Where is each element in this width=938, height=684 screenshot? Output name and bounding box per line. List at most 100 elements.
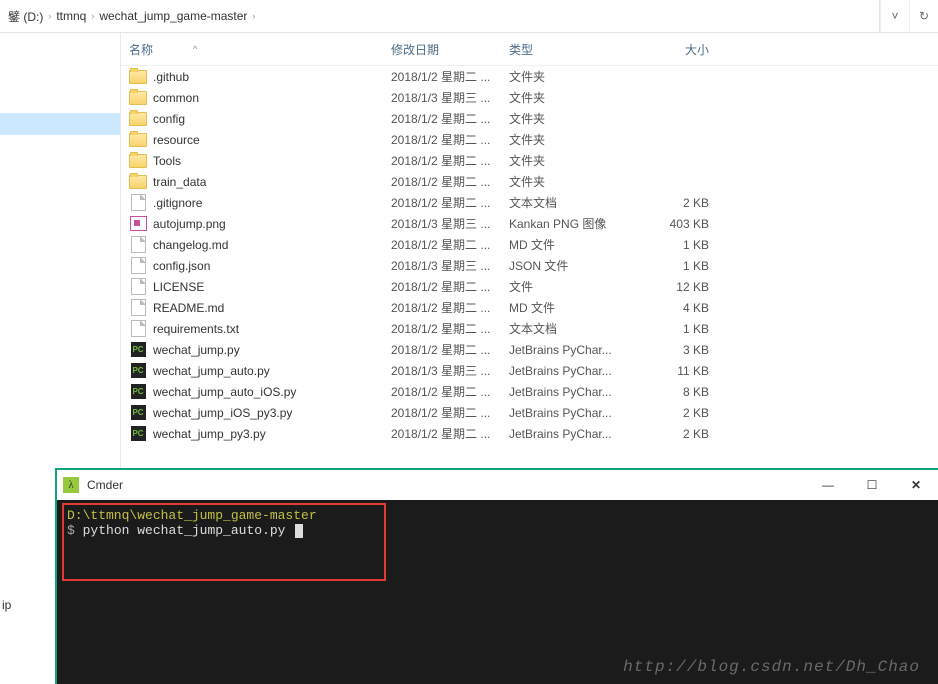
file-date: 2018/1/2 星期二 ...	[391, 425, 509, 442]
file-icon	[129, 300, 147, 316]
file-name: wechat_jump_iOS_py3.py	[153, 406, 391, 420]
python-icon: PC	[129, 426, 147, 442]
breadcrumb-drive[interactable]: 鐾 (D:)	[5, 8, 46, 25]
file-name: config.json	[153, 259, 391, 273]
terminal-title: Cmder	[87, 478, 123, 492]
file-size: 12 KB	[639, 280, 709, 294]
file-size: 4 KB	[639, 301, 709, 315]
file-row[interactable]: PCwechat_jump_auto.py2018/1/3 星期三 ...Jet…	[121, 360, 938, 381]
file-row[interactable]: config2018/1/2 星期二 ...文件夹	[121, 108, 938, 129]
file-type: 文件夹	[509, 110, 639, 127]
file-icon	[129, 258, 147, 274]
file-name: .gitignore	[153, 196, 391, 210]
folder-icon	[129, 132, 147, 148]
file-name: wechat_jump_py3.py	[153, 427, 391, 441]
chevron-right-icon: ›	[46, 11, 53, 21]
file-type: 文件夹	[509, 131, 639, 148]
address-bar[interactable]: 鐾 (D:) › ttmnq › wechat_jump_game-master…	[0, 0, 938, 33]
file-row[interactable]: config.json2018/1/3 星期三 ...JSON 文件1 KB	[121, 255, 938, 276]
file-date: 2018/1/2 星期二 ...	[391, 194, 509, 211]
file-type: JetBrains PyChar...	[509, 385, 639, 399]
file-date: 2018/1/2 星期二 ...	[391, 404, 509, 421]
file-size: 2 KB	[639, 427, 709, 441]
file-name: wechat_jump.py	[153, 343, 391, 357]
minimize-button[interactable]: —	[806, 470, 850, 500]
file-date: 2018/1/3 星期三 ...	[391, 215, 509, 232]
file-row[interactable]: changelog.md2018/1/2 星期二 ...MD 文件1 KB	[121, 234, 938, 255]
maximize-button[interactable]: ☐	[850, 470, 894, 500]
file-type: 文本文档	[509, 194, 639, 211]
python-icon: PC	[129, 342, 147, 358]
file-type: 文件夹	[509, 152, 639, 169]
refresh-button[interactable]: ↻	[909, 0, 938, 32]
file-type: 文本文档	[509, 320, 639, 337]
file-row[interactable]: PC wechat_jump_auto_iOS.py2018/1/2 星期二 ..…	[121, 381, 938, 402]
file-row[interactable]: PCwechat_jump_py3.py2018/1/2 星期二 ...JetB…	[121, 423, 938, 444]
column-header-name[interactable]: 名称	[129, 41, 153, 58]
terminal-cursor	[295, 524, 303, 538]
file-date: 2018/1/2 星期二 ...	[391, 383, 509, 400]
column-header-size[interactable]: 大小	[639, 41, 709, 58]
file-name: resource	[153, 133, 391, 147]
file-row[interactable]: requirements.txt2018/1/2 星期二 ...文本文档1 KB	[121, 318, 938, 339]
file-type: JetBrains PyChar...	[509, 406, 639, 420]
file-type: MD 文件	[509, 236, 639, 253]
file-size: 1 KB	[639, 238, 709, 252]
file-type: MD 文件	[509, 299, 639, 316]
file-row[interactable]: resource2018/1/2 星期二 ...文件夹	[121, 129, 938, 150]
column-header-type[interactable]: 类型	[509, 41, 639, 58]
file-row[interactable]: README.md2018/1/2 星期二 ...MD 文件4 KB	[121, 297, 938, 318]
file-size: 3 KB	[639, 343, 709, 357]
breadcrumb-segment[interactable]: wechat_jump_game-master	[96, 9, 250, 23]
file-date: 2018/1/2 星期二 ...	[391, 320, 509, 337]
file-row[interactable]: PCwechat_jump_iOS_py3.py2018/1/2 星期二 ...…	[121, 402, 938, 423]
file-name: wechat_jump_auto_iOS.py	[153, 385, 391, 399]
file-row[interactable]: LICENSE2018/1/2 星期二 ...文件12 KB	[121, 276, 938, 297]
terminal-titlebar[interactable]: λ Cmder — ☐ ✕	[57, 470, 938, 500]
file-row[interactable]: train_data2018/1/2 星期二 ...文件夹	[121, 171, 938, 192]
file-name: Tools	[153, 154, 391, 168]
terminal-prompt-path: D:\ttmnq\wechat_jump_game-master	[67, 508, 928, 523]
chevron-right-icon: ›	[250, 11, 257, 21]
file-date: 2018/1/3 星期三 ...	[391, 257, 509, 274]
sidebar-item-selected[interactable]	[0, 113, 120, 135]
folder-icon	[129, 153, 147, 169]
file-name: config	[153, 112, 391, 126]
dropdown-button[interactable]: ˅	[880, 0, 909, 32]
file-type: 文件夹	[509, 68, 639, 85]
file-name: train_data	[153, 175, 391, 189]
sort-ascending-icon: ^	[193, 44, 197, 54]
image-icon	[129, 216, 147, 232]
file-row[interactable]: .github2018/1/2 星期二 ...文件夹	[121, 66, 938, 87]
file-date: 2018/1/2 星期二 ...	[391, 236, 509, 253]
terminal-body[interactable]: D:\ttmnq\wechat_jump_game-master $ pytho…	[57, 500, 938, 684]
file-size: 403 KB	[639, 217, 709, 231]
column-headers: 名称 ^ 修改日期 类型 大小	[121, 33, 938, 66]
column-header-date[interactable]: 修改日期	[391, 41, 509, 58]
file-row[interactable]: PCwechat_jump.py2018/1/2 星期二 ...JetBrain…	[121, 339, 938, 360]
file-name: README.md	[153, 301, 391, 315]
file-row[interactable]: .gitignore2018/1/2 星期二 ...文本文档2 KB	[121, 192, 938, 213]
file-date: 2018/1/2 星期二 ...	[391, 341, 509, 358]
file-type: 文件夹	[509, 89, 639, 106]
file-size: 1 KB	[639, 322, 709, 336]
file-date: 2018/1/2 星期二 ...	[391, 68, 509, 85]
file-date: 2018/1/2 星期二 ...	[391, 110, 509, 127]
file-name: common	[153, 91, 391, 105]
close-button[interactable]: ✕	[894, 470, 938, 500]
file-icon	[129, 195, 147, 211]
file-name: wechat_jump_auto.py	[153, 364, 391, 378]
file-icon	[129, 321, 147, 337]
file-date: 2018/1/2 星期二 ...	[391, 299, 509, 316]
terminal-prompt-symbol: $	[67, 523, 75, 538]
python-icon: PC	[129, 384, 147, 400]
file-size: 8 KB	[639, 385, 709, 399]
file-size: 2 KB	[639, 196, 709, 210]
file-name: requirements.txt	[153, 322, 391, 336]
file-row[interactable]: common2018/1/3 星期三 ...文件夹	[121, 87, 938, 108]
file-row[interactable]: Tools2018/1/2 星期二 ...文件夹	[121, 150, 938, 171]
file-row[interactable]: autojump.png2018/1/3 星期三 ...Kankan PNG 图…	[121, 213, 938, 234]
file-size: 1 KB	[639, 259, 709, 273]
breadcrumb-segment[interactable]: ttmnq	[53, 9, 89, 23]
watermark-text: http://blog.csdn.net/Dh_Chao	[623, 658, 920, 676]
